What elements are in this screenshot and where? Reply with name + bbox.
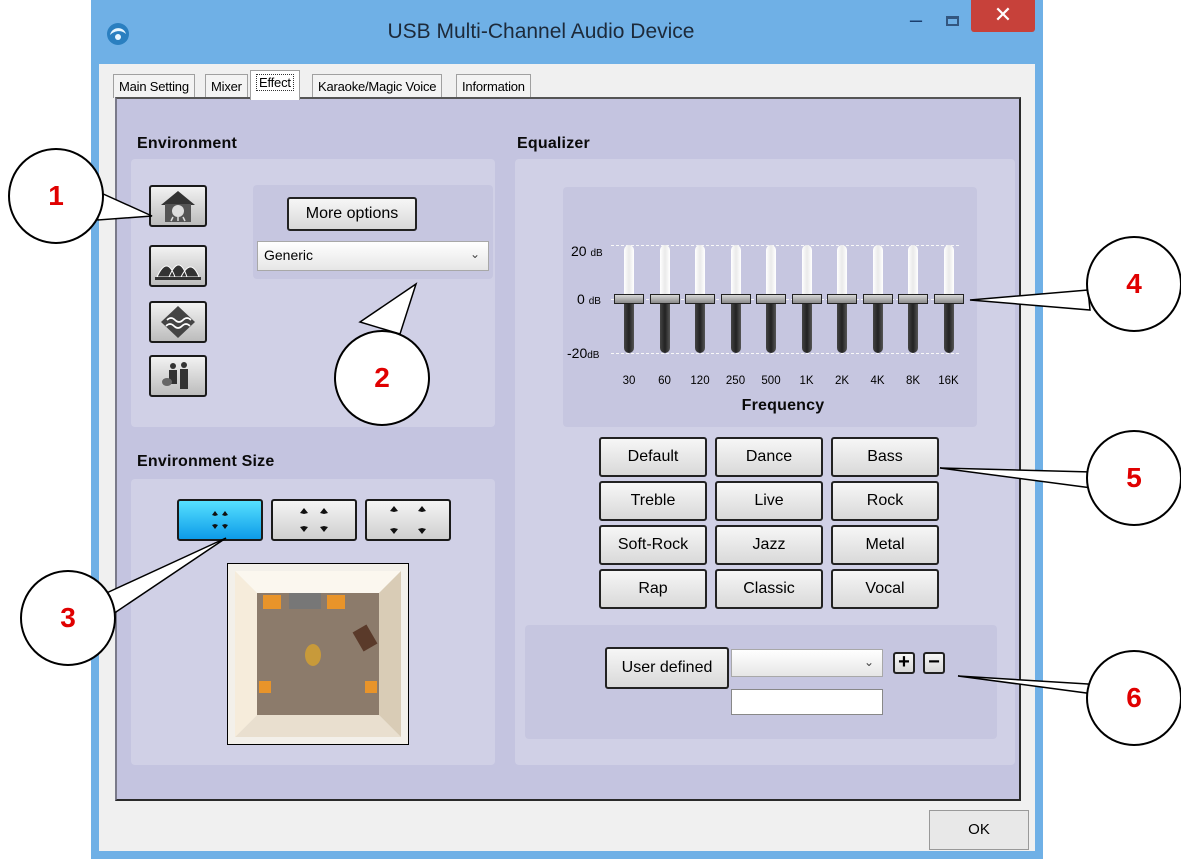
callout-lines — [88, 186, 1096, 695]
callout-3: 3 — [20, 570, 116, 666]
callout-6: 6 — [1086, 650, 1181, 746]
tab-effect[interactable]: Effect — [250, 70, 300, 100]
callout-1: 1 — [8, 148, 104, 244]
callout-5: 5 — [1086, 430, 1181, 526]
callout-2: 2 — [334, 330, 430, 426]
callout-4: 4 — [1086, 236, 1181, 332]
